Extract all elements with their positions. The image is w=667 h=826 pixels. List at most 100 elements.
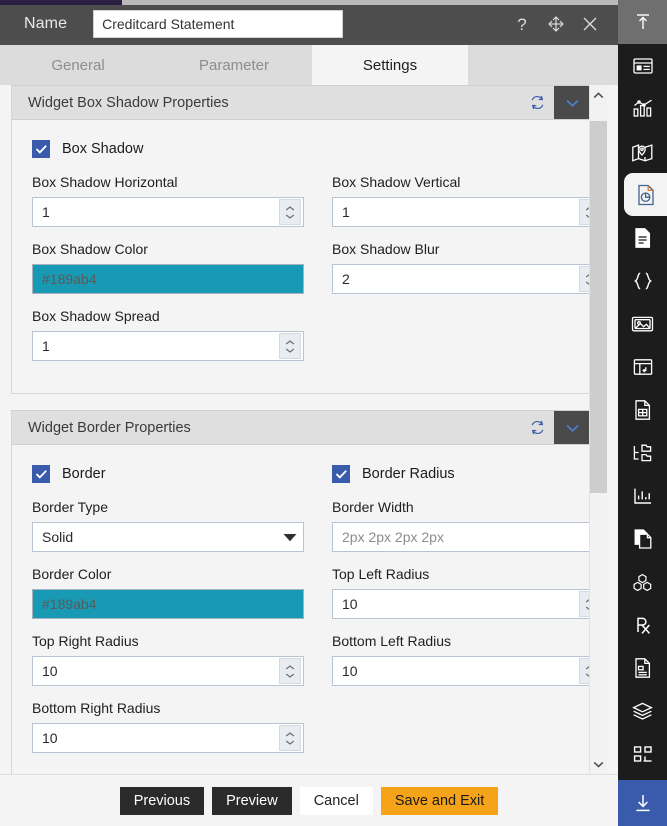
preview-button[interactable]: Preview: [212, 786, 292, 815]
window-panel-icon[interactable]: [618, 44, 667, 87]
name-input-value: Creditcard Statement: [102, 16, 235, 32]
section-border-header: Widget Border Properties: [12, 410, 590, 445]
field-border-type-label: Border Type: [32, 499, 109, 515]
field-top-right-radius: Top Right Radius 10: [32, 633, 304, 686]
dialog-titlebar: Name Creditcard Statement ?: [0, 3, 618, 45]
spinner-top-right-radius[interactable]: [279, 658, 301, 684]
chevron-down-icon[interactable]: [590, 756, 607, 773]
input-box-shadow-vertical[interactable]: 1: [332, 197, 603, 227]
input-box-shadow-vertical-value: 1: [342, 204, 350, 220]
document-icon[interactable]: [618, 216, 667, 259]
color-swatch-box-shadow-color[interactable]: #189ab4: [32, 264, 304, 294]
section-box-shadow-collapse-button[interactable]: [554, 86, 590, 119]
color-swatch-box-shadow-color-value: #189ab4: [42, 271, 97, 287]
tab-bar: General Parameter Settings: [0, 45, 618, 85]
input-border-width[interactable]: 2px 2px 2px 2px: [332, 522, 603, 552]
section-box-shadow-title: Widget Box Shadow Properties: [28, 94, 229, 111]
field-box-shadow-color: Box Shadow Color #189ab4: [32, 241, 304, 294]
input-bottom-right-radius[interactable]: 10: [32, 723, 304, 753]
checkbox-border-radius[interactable]: [332, 465, 350, 483]
checkbox-row-box-shadow: Box Shadow: [32, 140, 570, 158]
close-icon[interactable]: [580, 13, 600, 35]
spinner-box-shadow-spread[interactable]: [279, 333, 301, 359]
table-insert-icon[interactable]: [618, 345, 667, 388]
section-border-title: Widget Border Properties: [28, 419, 191, 436]
move-icon[interactable]: [546, 13, 566, 35]
field-border-color: Border Color #189ab4: [32, 566, 304, 619]
section-border: Widget Border Properties Border Border R…: [11, 410, 603, 775]
rx-icon[interactable]: [618, 603, 667, 646]
settings-scroll-viewport: Widget Box Shadow Properties Box Shadow …: [11, 85, 603, 775]
image-icon[interactable]: [618, 302, 667, 345]
pie-document-icon[interactable]: [624, 173, 667, 216]
previous-button[interactable]: Previous: [119, 786, 205, 815]
field-box-shadow-spread-label: Box Shadow Spread: [32, 308, 160, 324]
color-swatch-border-color[interactable]: #189ab4: [32, 589, 304, 619]
map-pin-icon[interactable]: [618, 130, 667, 173]
field-box-shadow-vertical: Box Shadow Vertical 1: [332, 174, 603, 227]
tab-general[interactable]: General: [0, 45, 156, 85]
field-bottom-right-radius: Bottom Right Radius 10: [32, 700, 304, 753]
input-bottom-left-radius[interactable]: 10: [332, 656, 603, 686]
input-box-shadow-spread[interactable]: 1: [32, 331, 304, 361]
refresh-icon[interactable]: [520, 86, 554, 119]
layout-blocks-icon[interactable]: [618, 732, 667, 775]
help-icon[interactable]: ?: [512, 13, 532, 35]
field-box-shadow-horizontal: Box Shadow Horizontal 1: [32, 174, 304, 227]
top-accent-bar-secondary: [122, 0, 618, 5]
top-accent-bar: [0, 0, 122, 5]
color-swatch-border-color-value: #189ab4: [42, 596, 97, 612]
section-border-collapse-button[interactable]: [554, 411, 590, 444]
section-border-actions: [520, 411, 590, 444]
input-top-right-radius[interactable]: 10: [32, 656, 304, 686]
chevron-up-icon[interactable]: [590, 87, 607, 104]
field-box-shadow-vertical-label: Box Shadow Vertical: [332, 174, 461, 190]
dialog-footer: Previous Preview Cancel Save and Exit: [0, 774, 618, 826]
scrollbar-thumb[interactable]: [590, 121, 607, 493]
layers-icon[interactable]: [618, 689, 667, 732]
settings-panel-area: Widget Box Shadow Properties Box Shadow …: [0, 85, 618, 775]
checkbox-border[interactable]: [32, 465, 50, 483]
chevron-down-icon[interactable]: [277, 533, 303, 542]
bar-chart-icon[interactable]: [618, 87, 667, 130]
tab-settings-label: Settings: [362, 56, 418, 74]
input-box-shadow-blur[interactable]: 2: [332, 264, 603, 294]
section-box-shadow-header: Widget Box Shadow Properties: [12, 85, 590, 120]
download-icon[interactable]: [618, 780, 667, 826]
chart-line-icon[interactable]: [618, 474, 667, 517]
document-list-icon[interactable]: [618, 646, 667, 689]
input-box-shadow-blur-value: 2: [342, 271, 350, 287]
tab-settings[interactable]: Settings: [312, 45, 468, 85]
field-box-shadow-blur-label: Box Shadow Blur: [332, 241, 440, 257]
cubes-icon[interactable]: [618, 560, 667, 603]
hierarchy-icon[interactable]: [618, 431, 667, 474]
cancel-button[interactable]: Cancel: [299, 786, 373, 815]
checkbox-box-shadow[interactable]: [32, 140, 50, 158]
input-top-left-radius-value: 10: [342, 596, 358, 612]
select-border-type[interactable]: Solid: [32, 522, 304, 552]
curly-braces-icon[interactable]: [618, 259, 667, 302]
input-box-shadow-horizontal[interactable]: 1: [32, 197, 304, 227]
copy-document-icon[interactable]: [618, 517, 667, 560]
svg-text:?: ?: [517, 15, 526, 33]
input-top-right-radius-value: 10: [42, 663, 58, 679]
spinner-box-shadow-horizontal[interactable]: [279, 199, 301, 225]
input-top-left-radius[interactable]: 10: [332, 589, 603, 619]
collapse-up-icon[interactable]: [618, 0, 667, 44]
tab-parameter[interactable]: Parameter: [156, 45, 312, 85]
field-bottom-right-radius-label: Bottom Right Radius: [32, 700, 161, 716]
name-input[interactable]: Creditcard Statement: [93, 10, 344, 38]
section-box-shadow-actions: [520, 86, 590, 119]
right-toolbar-rail: [618, 0, 667, 826]
titlebar-controls: ?: [512, 13, 606, 35]
spinner-bottom-right-radius[interactable]: [279, 725, 301, 751]
dialog: Name Creditcard Statement ? General Para…: [0, 0, 618, 826]
rail-icon-list: [618, 44, 667, 775]
field-box-shadow-horizontal-label: Box Shadow Horizontal: [32, 174, 178, 190]
save-and-exit-button[interactable]: Save and Exit: [380, 786, 499, 815]
document-grid-icon[interactable]: [618, 388, 667, 431]
field-border-width-label: Border Width: [332, 499, 414, 515]
refresh-icon[interactable]: [520, 411, 554, 444]
checkbox-border-label: Border: [62, 466, 106, 482]
settings-scrollbar[interactable]: [589, 85, 607, 775]
